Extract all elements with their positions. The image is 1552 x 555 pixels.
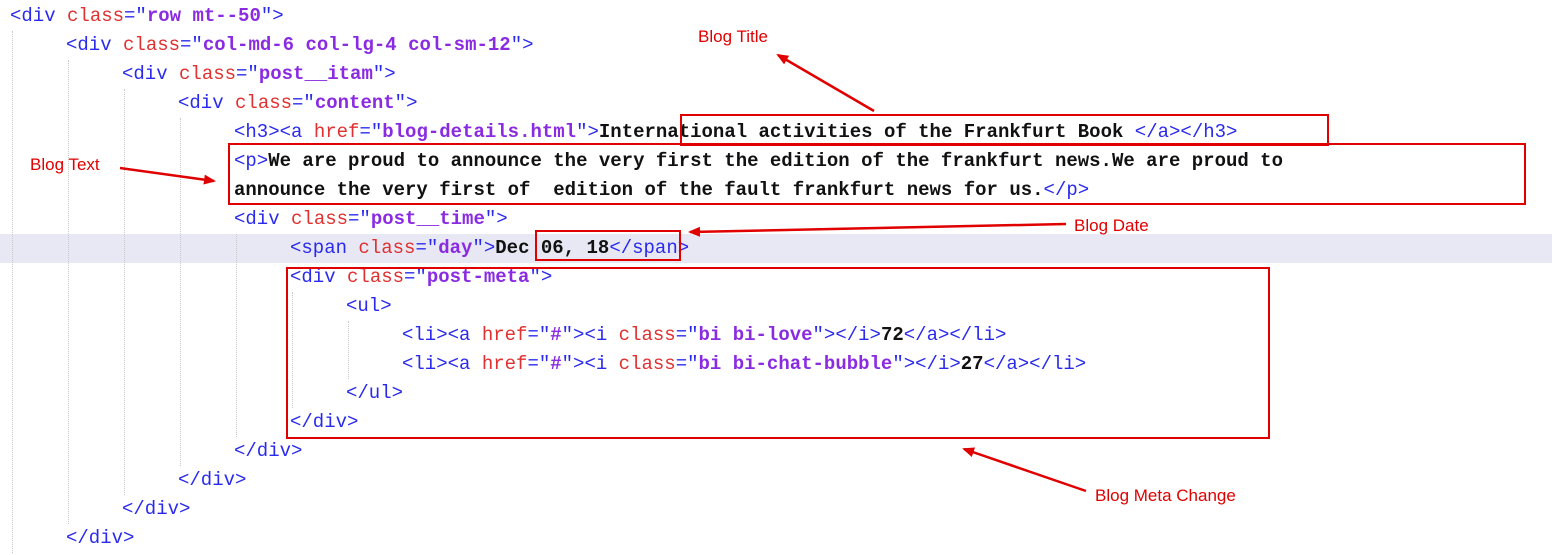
arrow-blog-title (776, 53, 875, 113)
arrow-blog-date (688, 222, 1067, 237)
arrow-blog-meta (962, 447, 1087, 493)
arrow-blog-text (119, 166, 216, 185)
annotation-arrows (119, 53, 1087, 493)
